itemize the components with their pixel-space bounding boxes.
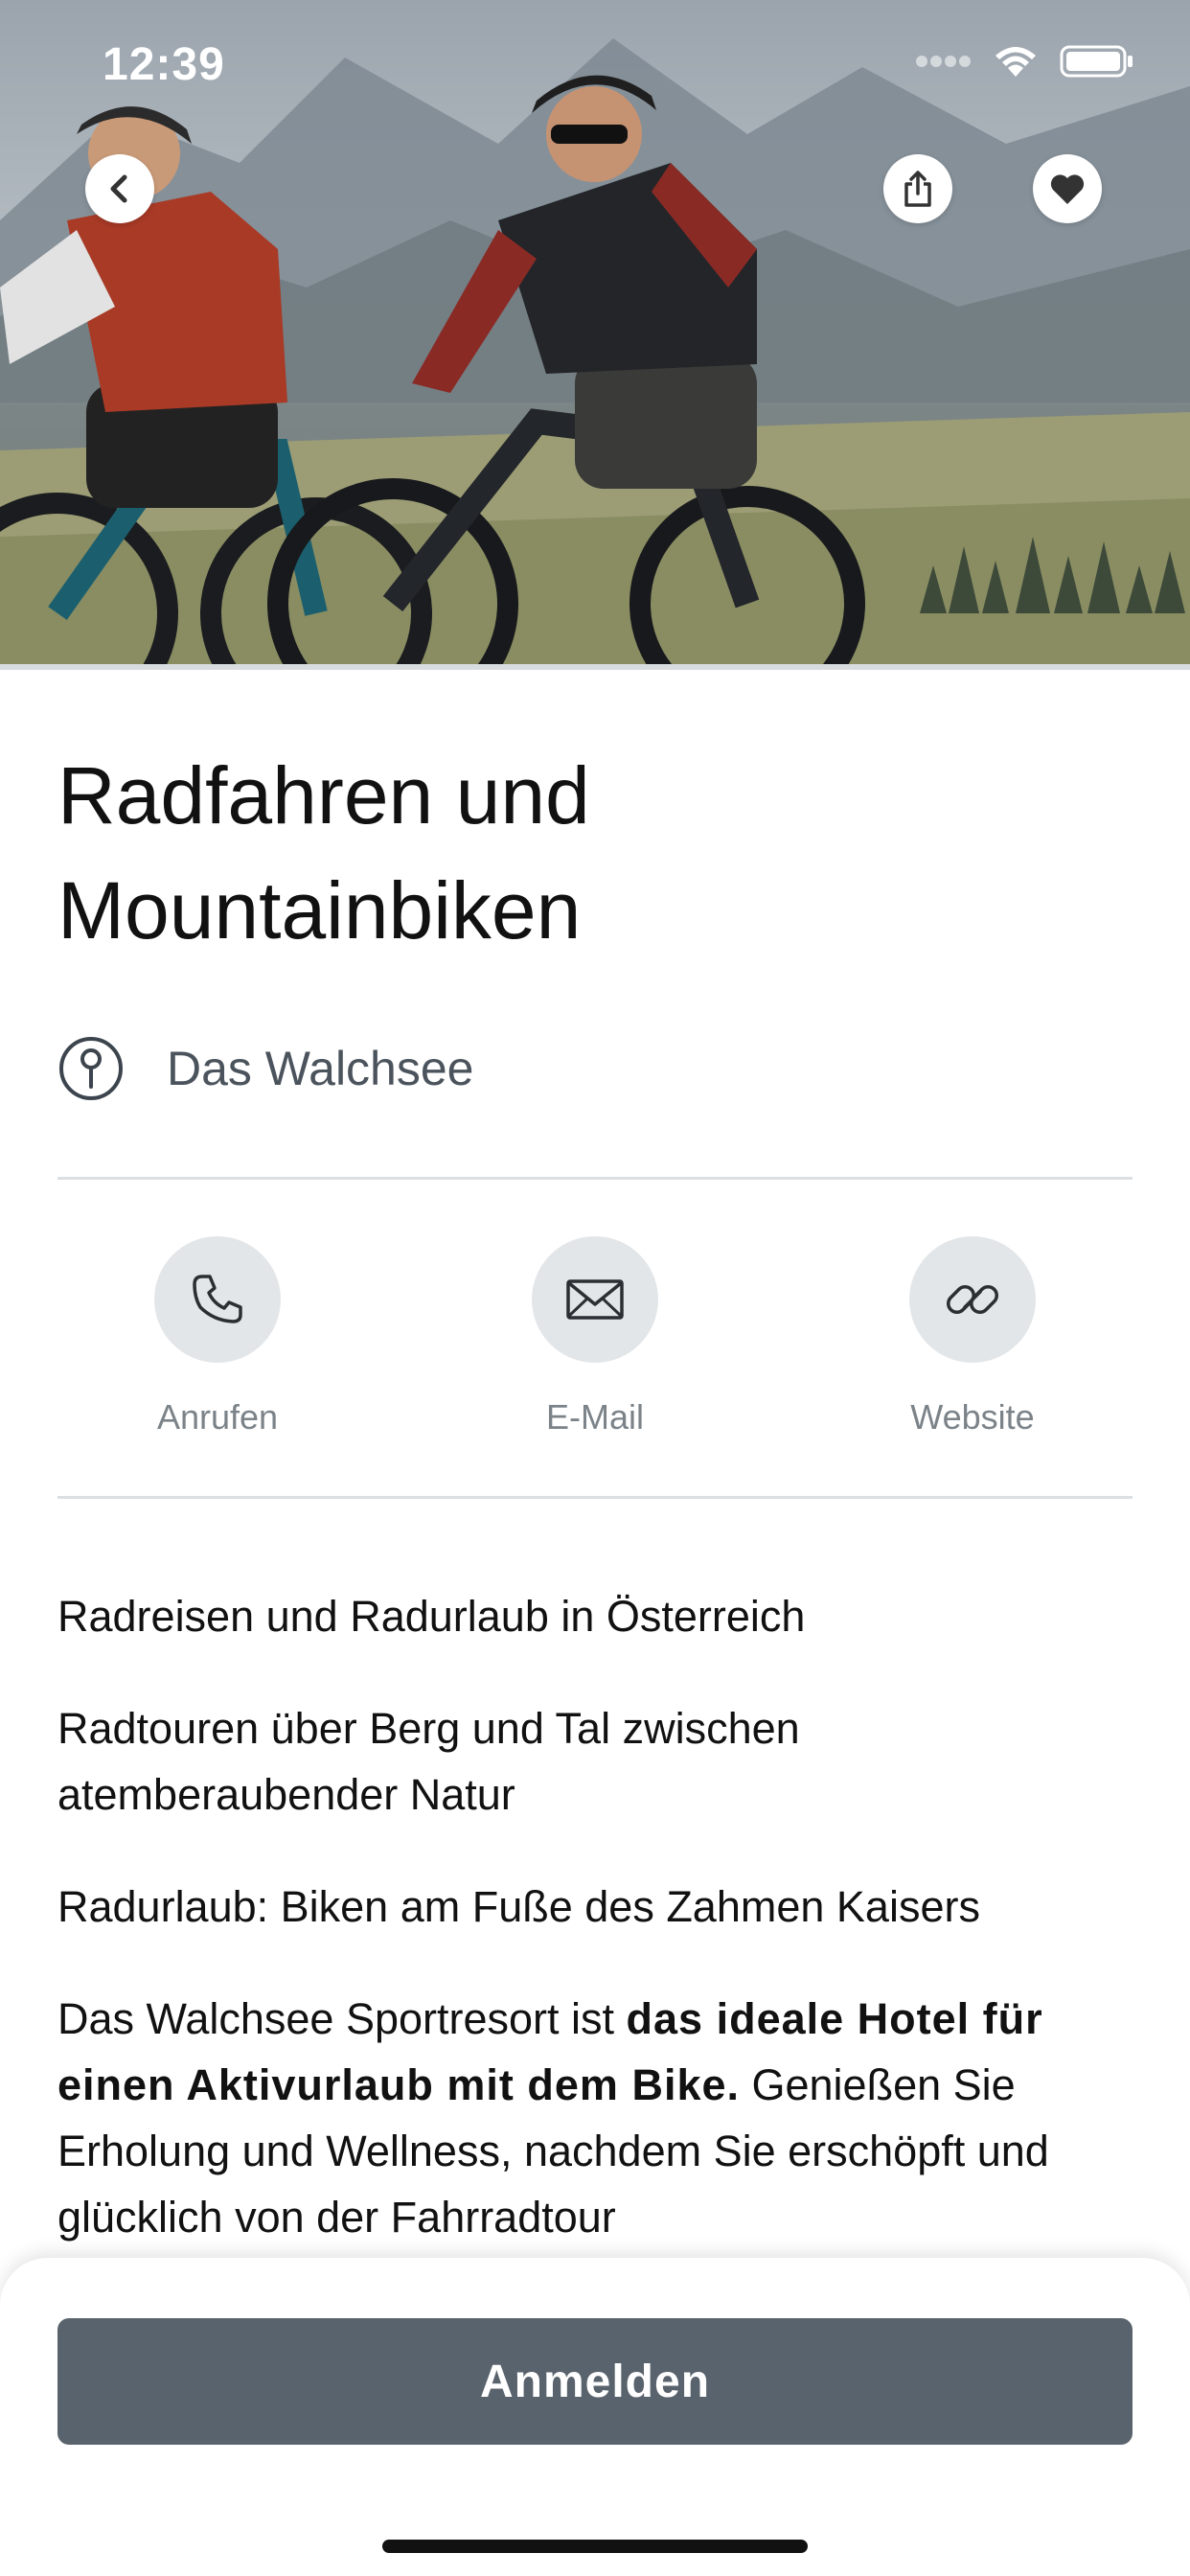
signal-icon — [916, 56, 971, 67]
page-title: Radfahren und Mountainbiken — [57, 738, 1131, 968]
email-label: E-Mail — [545, 1397, 644, 1437]
register-button[interactable]: Anmelden — [57, 2318, 1133, 2445]
phone-icon — [193, 1275, 242, 1323]
bikers-photo — [0, 38, 1190, 664]
hero-divider — [0, 664, 1190, 670]
call-label: Anrufen — [156, 1397, 279, 1437]
title-line-2: Mountainbiken — [57, 865, 582, 955]
call-circle — [154, 1236, 281, 1363]
title-line-1: Radfahren und — [57, 750, 590, 840]
divider-top — [57, 1177, 1133, 1180]
link-icon — [947, 1285, 998, 1314]
wifi-icon — [995, 47, 1036, 77]
description-p4-start: Das Walchsee Sportresort ist — [57, 1994, 627, 2043]
heart-icon — [1050, 174, 1085, 204]
email-button[interactable]: E-Mail — [499, 1236, 691, 1438]
home-indicator — [382, 2540, 808, 2553]
description: Radreisen und Radurlaub in Österreich Ra… — [57, 1583, 1140, 2296]
mail-icon — [566, 1279, 624, 1320]
favorite-button[interactable] — [1033, 154, 1102, 223]
location-row[interactable]: Das Walchsee — [57, 1035, 473, 1102]
battery-icon — [1060, 45, 1133, 78]
website-button[interactable]: Website — [877, 1236, 1068, 1438]
share-icon — [904, 171, 931, 207]
description-paragraph-3: Radurlaub: Biken am Fuße des Zahmen Kais… — [57, 1882, 980, 1931]
chevron-left-icon — [110, 174, 127, 203]
email-circle — [532, 1236, 658, 1363]
location-pin-icon — [59, 1037, 123, 1100]
status-icons — [916, 44, 1134, 79]
description-paragraph-1: Radreisen und Radurlaub in Österreich — [57, 1592, 806, 1641]
status-time: 12:39 — [103, 39, 225, 90]
back-button[interactable] — [85, 154, 154, 223]
call-button[interactable]: Anrufen — [122, 1236, 313, 1438]
website-circle — [909, 1236, 1036, 1363]
description-paragraph-2: Radtouren über Berg und Tal zwischen ate… — [57, 1704, 800, 1819]
website-label: Website — [910, 1397, 1035, 1437]
location-name: Das Walchsee — [167, 1042, 474, 1095]
description-paragraph-4: Das Walchsee Sportresort ist das ideale … — [57, 1986, 1140, 2250]
share-button[interactable] — [883, 154, 952, 223]
hero-image: 12:39 — [0, 0, 1190, 664]
divider-bottom — [57, 1496, 1133, 1499]
